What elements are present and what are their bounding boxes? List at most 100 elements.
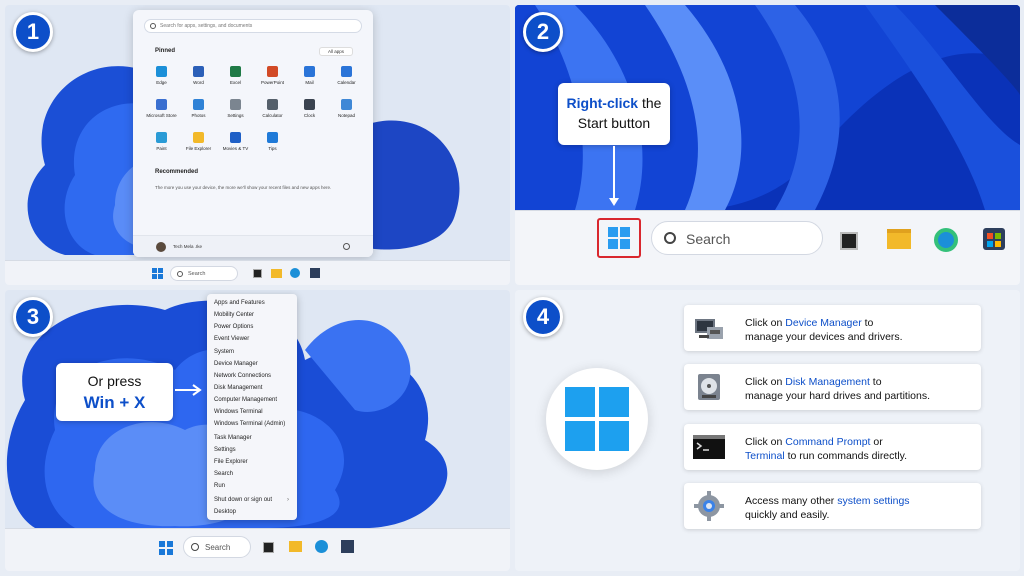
pinned-app-calculator[interactable]: Calculator (254, 99, 291, 118)
edge-icon[interactable] (315, 540, 328, 553)
app-label: File Explorer (185, 146, 212, 151)
store-icon[interactable] (310, 268, 320, 278)
menu-item-settings[interactable]: Settings (214, 447, 236, 453)
menu-item-mobility-center[interactable]: Mobility Center (214, 312, 254, 318)
app-icon (193, 99, 204, 110)
app-label: Excel (229, 80, 241, 85)
step-3-panel: Apps and Features Mobility Center Power Op… (5, 290, 510, 571)
task-view-icon[interactable] (840, 232, 858, 250)
windows-start-icon[interactable] (152, 268, 163, 279)
app-icon (267, 132, 278, 143)
menu-item-apps-and-features[interactable]: Apps and Features (214, 300, 265, 306)
gear-icon (694, 491, 724, 521)
app-icon (341, 66, 352, 77)
menu-item-device-manager[interactable]: Device Manager (214, 361, 258, 367)
app-label: Movies & TV (222, 146, 249, 151)
menu-item-desktop[interactable]: Desktop (214, 509, 236, 515)
store-icon[interactable] (341, 540, 354, 553)
disk-management-card: Click on Disk Management to manage your … (684, 364, 981, 410)
menu-item-windows-terminal-admin[interactable]: Windows Terminal (Admin) (214, 421, 285, 427)
app-icon (230, 99, 241, 110)
chevron-right-icon: › (287, 497, 289, 503)
right-click-callout: Right-click the Start button (558, 83, 670, 145)
app-icon (304, 99, 315, 110)
menu-item-network-connections[interactable]: Network Connections (214, 373, 271, 379)
pinned-app-microsoft-store[interactable]: Microsoft Store (143, 99, 180, 118)
menu-item-file-explorer[interactable]: File Explorer (214, 459, 248, 465)
menu-item-run[interactable]: Run (214, 483, 225, 489)
search-icon (191, 543, 199, 551)
app-label: Settings (227, 113, 244, 118)
device-manager-card: Click on Device Manager to manage your d… (684, 305, 981, 351)
pinned-app-notepad[interactable]: Notepad (328, 99, 365, 118)
step-4-panel: Click on Device Manager to manage your d… (515, 290, 1020, 571)
store-icon[interactable] (983, 228, 1005, 250)
disk-management-link[interactable]: Disk Management (785, 376, 870, 388)
pinned-app-settings[interactable]: Settings (217, 99, 254, 118)
app-icon (304, 66, 315, 77)
pinned-app-movies-tv[interactable]: Movies & TV (217, 132, 254, 151)
taskbar-search[interactable]: Search (183, 536, 251, 558)
step-badge-2: 2 (523, 12, 563, 52)
menu-item-task-manager[interactable]: Task Manager (214, 435, 252, 441)
edge-icon[interactable] (290, 268, 300, 278)
pinned-app-mail[interactable]: Mail (291, 66, 328, 85)
file-explorer-icon[interactable] (289, 541, 302, 552)
app-label: Tips (268, 146, 277, 151)
app-label: PowerPoint (260, 80, 284, 85)
pinned-app-powerpoint[interactable]: PowerPoint (254, 66, 291, 85)
taskbar-search[interactable]: Search (170, 266, 238, 281)
menu-item-computer-management[interactable]: Computer Management (214, 397, 277, 403)
system-settings-link[interactable]: system settings (837, 495, 909, 507)
pinned-app-calendar[interactable]: Calendar (328, 66, 365, 85)
step-1-panel: Search for apps, settings, and documents… (5, 5, 510, 285)
winx-context-menu: Apps and Features Mobility Center Power Op… (207, 294, 297, 520)
task-view-icon[interactable] (263, 542, 274, 553)
windows-start-icon[interactable] (608, 227, 630, 249)
search-icon (664, 232, 676, 244)
edge-icon[interactable] (934, 228, 958, 252)
command-prompt-link[interactable]: Command Prompt (785, 436, 870, 448)
app-label: Notepad (337, 113, 355, 118)
menu-item-power-options[interactable]: Power Options (214, 324, 253, 330)
pinned-app-word[interactable]: Word (180, 66, 217, 85)
windows-logo-badge (546, 368, 648, 470)
arrow-right-icon (175, 384, 202, 396)
pinned-app-tips[interactable]: Tips (254, 132, 291, 151)
all-apps-button[interactable]: All apps (319, 47, 353, 56)
task-view-icon[interactable] (253, 269, 262, 278)
pinned-app-file-explorer[interactable]: File Explorer (180, 132, 217, 151)
app-icon (193, 132, 204, 143)
menu-item-shut-down-or-sign-out[interactable]: Shut down or sign out (214, 497, 272, 503)
user-name[interactable]: Tech Mela .Ike (173, 244, 202, 249)
taskbar-search[interactable]: Search (651, 221, 823, 255)
file-explorer-icon[interactable] (271, 269, 282, 278)
menu-item-event-viewer[interactable]: Event Viewer (214, 336, 249, 342)
menu-item-system[interactable]: System (214, 349, 234, 355)
app-icon (230, 66, 241, 77)
file-explorer-icon[interactable] (887, 229, 911, 249)
start-search-input[interactable]: Search for apps, settings, and documents (144, 19, 362, 33)
disk-management-icon (698, 374, 720, 400)
taskbar: Search (515, 210, 1020, 285)
app-label: Clock (303, 113, 316, 118)
pinned-app-paint[interactable]: Paint (143, 132, 180, 151)
device-manager-link[interactable]: Device Manager (785, 317, 861, 329)
power-icon[interactable] (343, 243, 350, 250)
app-icon (230, 132, 241, 143)
pinned-app-excel[interactable]: Excel (217, 66, 254, 85)
avatar[interactable] (156, 242, 166, 252)
windows-start-icon[interactable] (159, 541, 173, 555)
pinned-app-photos[interactable]: Photos (180, 99, 217, 118)
menu-item-windows-terminal[interactable]: Windows Terminal (214, 409, 263, 415)
app-icon (156, 99, 167, 110)
pinned-app-clock[interactable]: Clock (291, 99, 328, 118)
menu-item-search[interactable]: Search (214, 471, 233, 477)
terminal-link[interactable]: Terminal (745, 450, 785, 462)
pinned-heading: Pinned (155, 48, 176, 54)
step-2-panel: Right-click the Start button Search 2 (515, 5, 1020, 285)
pinned-app-edge[interactable]: Edge (143, 66, 180, 85)
app-icon (341, 99, 352, 110)
app-icon (267, 66, 278, 77)
menu-item-disk-management[interactable]: Disk Management (214, 385, 262, 391)
